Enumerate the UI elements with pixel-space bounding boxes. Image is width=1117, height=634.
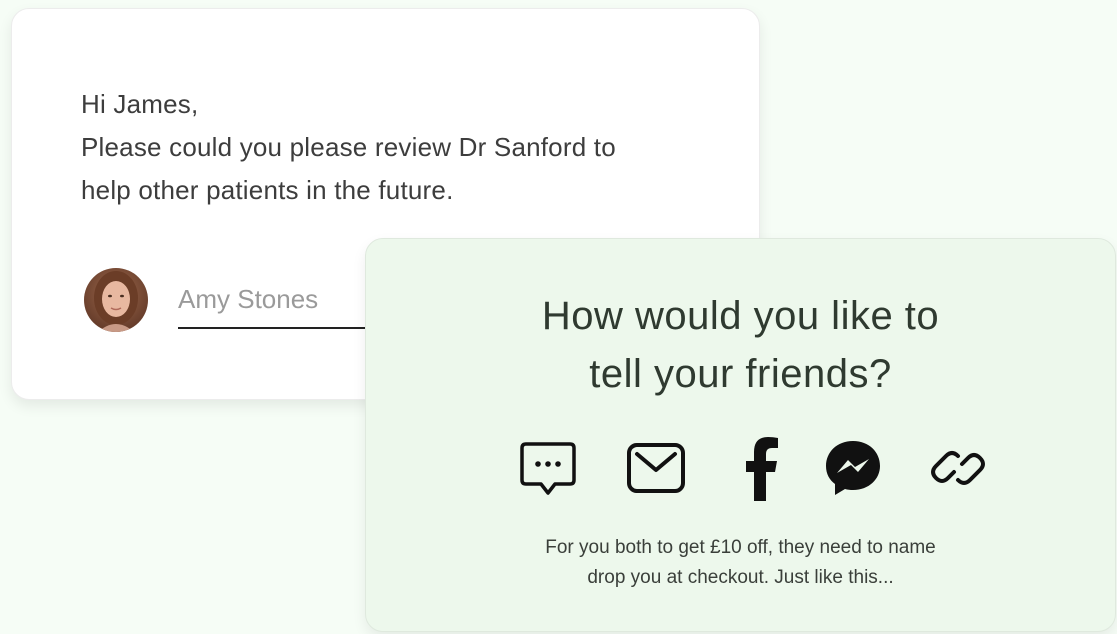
- avatar-image: [84, 268, 148, 332]
- messenger-share-button[interactable]: [821, 436, 885, 500]
- facebook-icon: [746, 437, 778, 501]
- share-note-line-1: For you both to get £10 off, they need t…: [545, 537, 936, 558]
- message-greeting: Hi James,: [81, 89, 199, 119]
- message-line-2: help other patients in the future.: [81, 175, 454, 205]
- message-body: Hi James, Please could you please review…: [81, 83, 721, 212]
- share-options: [516, 436, 986, 501]
- share-note-line-2: drop you at checkout. Just like this...: [587, 567, 894, 588]
- share-title-line-1: How would you like to: [541, 294, 940, 338]
- link-icon: [931, 451, 985, 485]
- facebook-share-button[interactable]: [731, 436, 795, 501]
- sms-chat-icon: [520, 442, 576, 495]
- sms-share-button[interactable]: [516, 436, 580, 500]
- avatar: [84, 268, 148, 332]
- copy-link-button[interactable]: [926, 436, 990, 500]
- share-note: For you both to get £10 off, they need t…: [366, 533, 1115, 593]
- email-share-button[interactable]: [624, 436, 688, 500]
- share-title-line-2: tell your friends?: [589, 352, 892, 396]
- messenger-icon: [826, 441, 880, 495]
- share-card: How would you like to tell your friends?: [365, 238, 1116, 632]
- message-line-1: Please could you please review Dr Sanfor…: [81, 132, 616, 162]
- share-title: How would you like to tell your friends?: [366, 287, 1115, 403]
- email-icon: [627, 443, 685, 493]
